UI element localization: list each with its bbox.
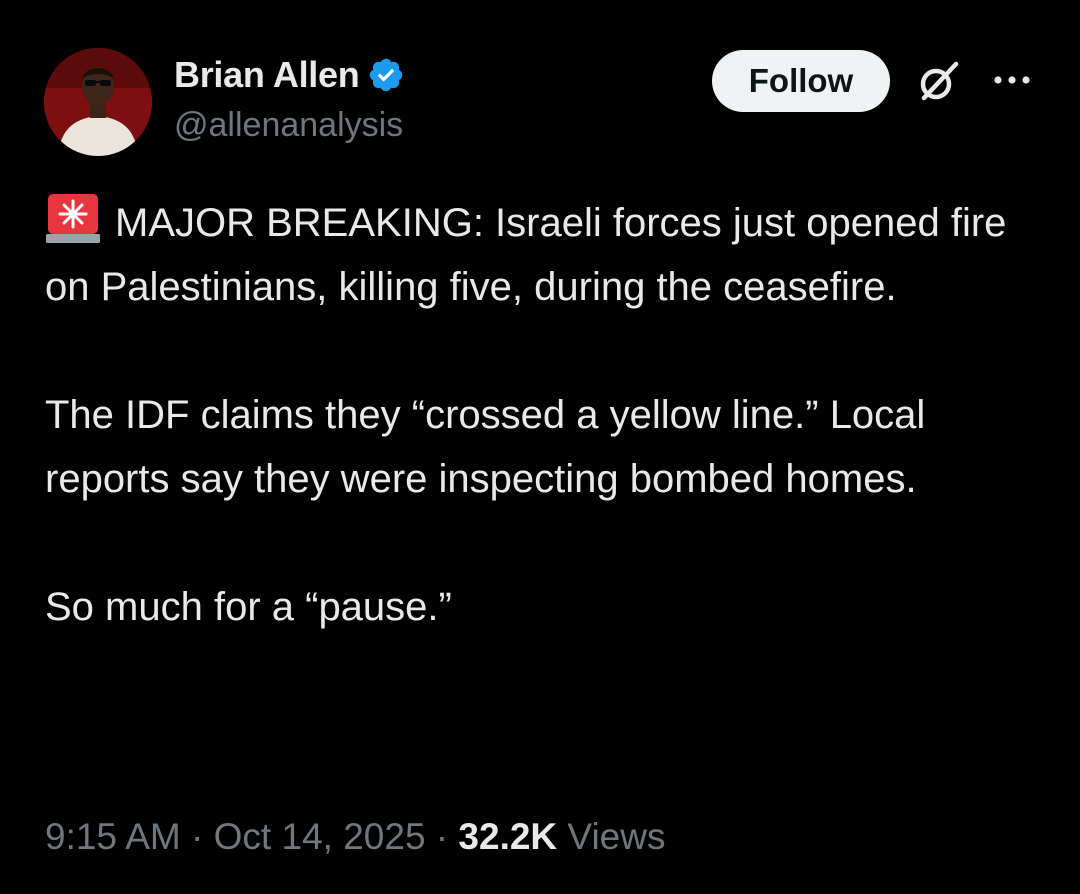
tweet-paragraph-1-text: MAJOR BREAKING: Israeli forces just open…: [45, 201, 1007, 309]
meta-separator: ·: [180, 816, 214, 857]
tweet-time[interactable]: 9:15 AM: [45, 816, 181, 857]
views-label: Views: [557, 816, 666, 857]
tweet-card: Brian Allen @allenanalysis Follow MAJOR …: [0, 0, 1080, 894]
author-name-row: Brian Allen: [174, 52, 405, 98]
avatar[interactable]: [44, 48, 152, 156]
tweet-text: MAJOR BREAKING: Israeli forces just open…: [45, 190, 1035, 639]
tweet-paragraph-1: MAJOR BREAKING: Israeli forces just open…: [45, 190, 1035, 319]
tweet-meta: 9:15 AM · Oct 14, 2025 · 32.2K Views: [45, 816, 665, 858]
tweet-paragraph-2: The IDF claims they “crossed a yellow li…: [45, 393, 926, 501]
avatar-image: [44, 48, 152, 156]
views-count[interactable]: 32.2K: [458, 816, 557, 857]
grok-icon[interactable]: [914, 58, 962, 106]
rotating-light-emoji-icon: [46, 194, 100, 243]
author-handle[interactable]: @allenanalysis: [174, 106, 403, 145]
more-horizontal-icon[interactable]: [992, 70, 1032, 90]
meta-separator: ·: [425, 816, 459, 857]
tweet-paragraph-3: So much for a “pause.”: [45, 585, 452, 629]
follow-button[interactable]: Follow: [712, 50, 890, 112]
author-display-name[interactable]: Brian Allen: [174, 54, 360, 96]
verified-badge-icon: [370, 58, 403, 92]
tweet-date[interactable]: Oct 14, 2025: [214, 816, 426, 857]
